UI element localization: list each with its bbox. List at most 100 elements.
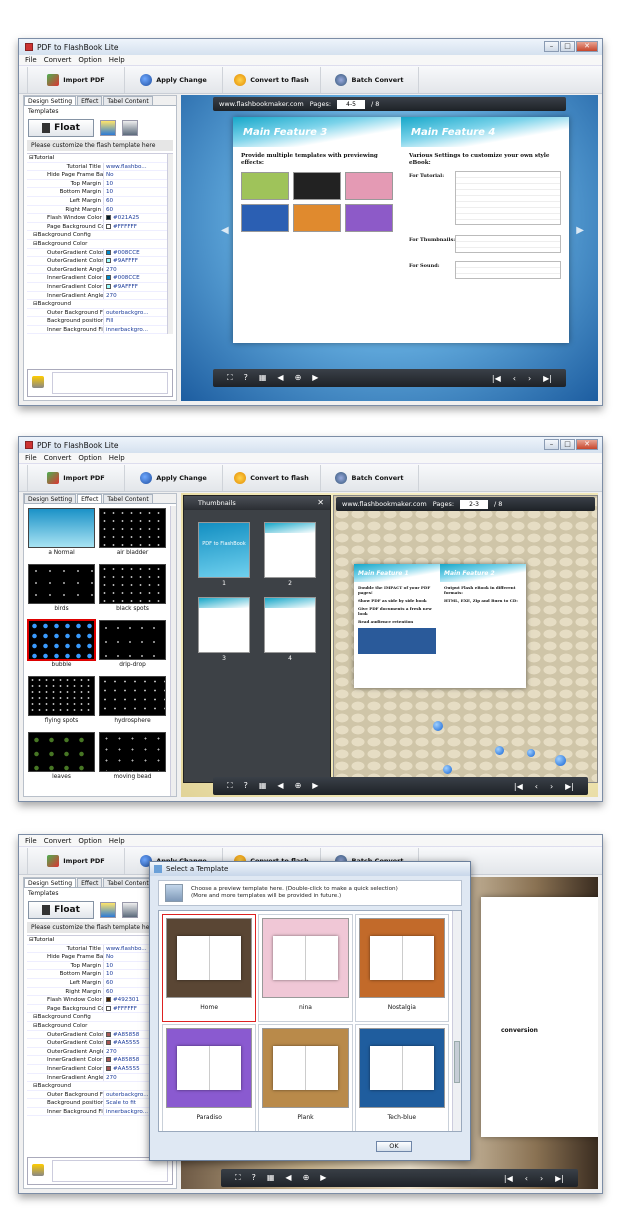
property-row[interactable]: ⊟Background Color: [27, 240, 173, 249]
color-swatch[interactable]: [106, 1040, 111, 1046]
property-row[interactable]: Outer Background File outerbackgro...: [27, 308, 173, 318]
batch-convert-button[interactable]: Batch Convert: [321, 66, 419, 93]
property-value[interactable]: No: [103, 171, 173, 179]
fit-screen-icon[interactable]: ⛶: [235, 1173, 241, 1183]
menu-file[interactable]: File: [25, 837, 37, 845]
help-icon[interactable]: ?: [244, 781, 248, 791]
menu-help[interactable]: Help: [109, 56, 125, 64]
effect-bubble[interactable]: bubble: [28, 620, 95, 674]
help-icon[interactable]: ?: [244, 373, 248, 383]
effect-normal[interactable]: a Normal: [28, 508, 95, 562]
property-row[interactable]: Background position Fill: [27, 317, 173, 326]
property-value[interactable]: #008CCE: [103, 248, 173, 257]
sound-icon[interactable]: ◀: [285, 1173, 291, 1183]
template-option[interactable]: Paradiso: [162, 1024, 257, 1131]
property-row[interactable]: Page Background Color #FFFFFF: [27, 222, 173, 232]
effect-flying-spots[interactable]: flying spots: [28, 676, 95, 730]
thumbnail-page[interactable]: 4: [264, 597, 316, 662]
prev-page-arrow-icon[interactable]: ◀: [221, 225, 229, 236]
edit-template-icon[interactable]: [100, 902, 116, 918]
color-swatch[interactable]: [106, 283, 111, 289]
tab-effect[interactable]: Effect: [77, 494, 103, 503]
menu-help[interactable]: Help: [109, 837, 125, 845]
color-swatch[interactable]: [106, 223, 111, 229]
prev-page-icon[interactable]: ‹: [513, 374, 516, 383]
apply-change-button[interactable]: Apply Change: [125, 464, 223, 491]
property-row[interactable]: InnerGradient Color B #9AFFFF: [27, 282, 173, 292]
property-row[interactable]: ⊟Tutorial: [27, 154, 173, 163]
flipbook[interactable]: Main Feature 1 Double the IMPACT of your…: [354, 564, 526, 688]
property-value[interactable]: innerbackgro...: [103, 325, 173, 334]
effect-moving-bead[interactable]: moving bead: [99, 732, 166, 786]
maximize-button[interactable]: □: [560, 41, 575, 52]
menu-option[interactable]: Option: [78, 56, 101, 64]
property-value[interactable]: 10: [103, 179, 173, 188]
tab-design-setting[interactable]: Design Setting: [24, 96, 77, 105]
property-row[interactable]: OuterGradient Color A #008CCE: [27, 248, 173, 258]
color-swatch[interactable]: [106, 1065, 111, 1071]
close-button[interactable]: ✕: [576, 439, 598, 450]
property-value[interactable]: 10: [103, 188, 173, 196]
thumbnail-page[interactable]: 2: [264, 522, 316, 587]
template-option[interactable]: Nostalgia: [354, 914, 449, 1022]
import-pdf-button[interactable]: Import PDF: [27, 464, 125, 491]
property-row[interactable]: ⊟Background: [27, 300, 173, 309]
tab-tabel-content[interactable]: Tabel Content: [103, 494, 153, 503]
color-swatch[interactable]: [106, 1005, 111, 1011]
effect-scrollbar[interactable]: [170, 506, 176, 796]
effect-leaves[interactable]: leaves: [28, 732, 95, 786]
property-value[interactable]: www.flashbo...: [103, 162, 173, 171]
color-swatch[interactable]: [106, 275, 111, 281]
tab-effect[interactable]: Effect: [77, 96, 103, 105]
property-row[interactable]: Flash Window Color #021A25: [27, 214, 173, 223]
menu-convert[interactable]: Convert: [44, 56, 72, 64]
convert-to-flash-button[interactable]: Convert to flash: [223, 66, 321, 93]
prev-page-icon[interactable]: ‹: [535, 782, 538, 791]
effect-birds[interactable]: birds: [28, 564, 95, 618]
minimize-button[interactable]: –: [544, 41, 559, 52]
zoom-icon[interactable]: ⊕: [295, 781, 302, 791]
fit-screen-icon[interactable]: ⛶: [227, 781, 233, 791]
menu-option[interactable]: Option: [78, 837, 101, 845]
next-page-icon[interactable]: ›: [528, 374, 531, 383]
property-row[interactable]: InnerGradient Color A #008CCE: [27, 274, 173, 283]
template-select-button[interactable]: Float: [28, 119, 94, 137]
thumbnails-icon[interactable]: ▦: [259, 781, 267, 791]
property-value[interactable]: 270: [103, 291, 173, 300]
maximize-button[interactable]: □: [560, 439, 575, 450]
next-page-icon[interactable]: ›: [540, 1174, 543, 1183]
autoplay-icon[interactable]: ▶: [312, 373, 318, 383]
property-value[interactable]: outerbackgro...: [103, 308, 173, 317]
property-row[interactable]: ⊟Background Config: [27, 231, 173, 240]
tab-design-setting[interactable]: Design Setting: [24, 878, 77, 887]
property-row[interactable]: OuterGradient Color B #9AFFFF: [27, 257, 173, 266]
property-row[interactable]: Right Margin 60: [27, 205, 173, 215]
property-value[interactable]: 270: [103, 265, 173, 274]
property-value[interactable]: 60: [103, 196, 173, 205]
edit-template-icon[interactable]: [100, 120, 116, 136]
thumbnails-icon[interactable]: ▦: [259, 373, 267, 383]
property-value[interactable]: Fill: [103, 317, 173, 325]
flipbook[interactable]: Main Feature 3 Provide multiple template…: [233, 117, 569, 343]
template-option[interactable]: nina: [258, 914, 353, 1022]
tab-effect[interactable]: Effect: [77, 878, 103, 887]
first-page-icon[interactable]: |◀: [514, 782, 523, 791]
zoom-icon[interactable]: ⊕: [303, 1173, 310, 1183]
prev-page-icon[interactable]: ‹: [525, 1174, 528, 1183]
effect-hydrosphere[interactable]: hydrosphere: [99, 676, 166, 730]
property-row[interactable]: Hide Page Frame Bar No: [27, 171, 173, 180]
color-swatch[interactable]: [106, 1031, 111, 1037]
property-value[interactable]: #9AFFFF: [103, 257, 173, 265]
sound-icon[interactable]: ◀: [277, 781, 283, 791]
site-link[interactable]: www.flashbookmaker.com: [342, 500, 427, 508]
tab-tabel-content[interactable]: Tabel Content: [103, 878, 153, 887]
thumbnails-icon[interactable]: ▦: [267, 1173, 275, 1183]
template-scrollbar[interactable]: [452, 911, 461, 1131]
property-value[interactable]: #9AFFFF: [103, 282, 173, 291]
first-page-icon[interactable]: |◀: [492, 374, 501, 383]
last-page-icon[interactable]: ▶|: [565, 782, 574, 791]
property-row[interactable]: Top Margin 10: [27, 179, 173, 189]
property-row[interactable]: Bottom Margin 10: [27, 188, 173, 197]
property-row[interactable]: OuterGradient Angle 270: [27, 265, 173, 275]
property-value[interactable]: #021A25: [103, 214, 173, 222]
